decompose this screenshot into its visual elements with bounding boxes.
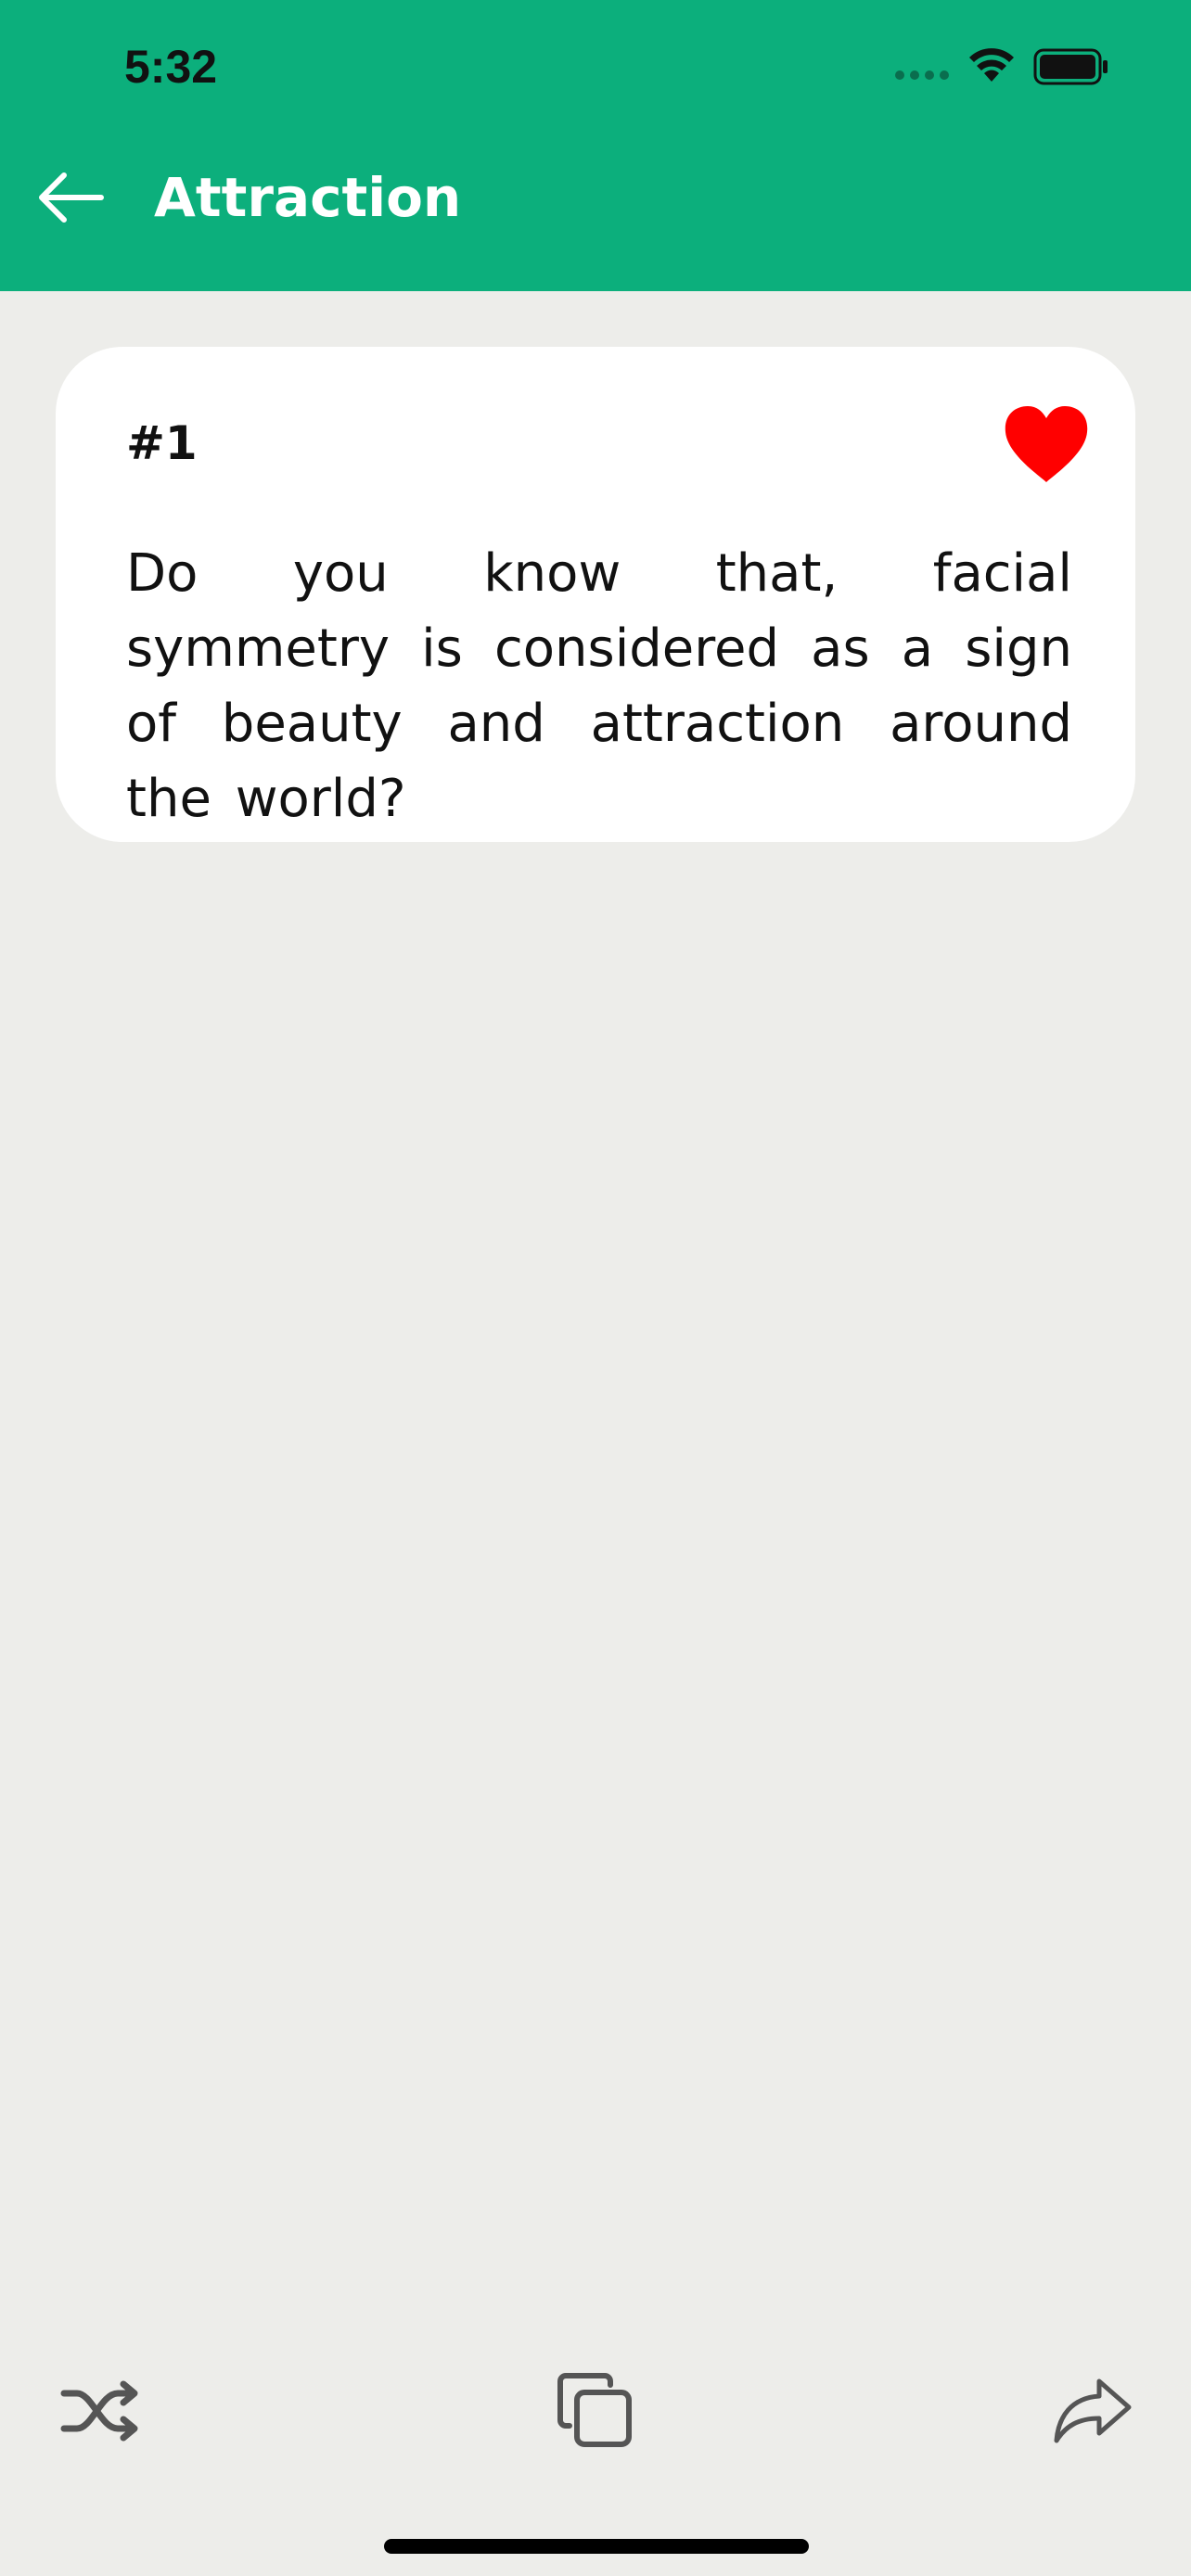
copy-icon bbox=[557, 2373, 632, 2447]
page-title: Attraction bbox=[154, 166, 462, 229]
arrow-left-icon bbox=[39, 172, 104, 223]
share-icon bbox=[1054, 2378, 1132, 2443]
cellular-signal-icon bbox=[895, 70, 949, 80]
home-indicator bbox=[384, 2539, 809, 2554]
shuffle-icon bbox=[60, 2380, 138, 2442]
shuffle-button[interactable] bbox=[56, 2366, 145, 2455]
share-button[interactable] bbox=[1048, 2366, 1137, 2455]
bottom-toolbar bbox=[0, 2355, 1191, 2467]
fact-text: Do you know that, facial symmetry is con… bbox=[126, 543, 1072, 829]
status-icons bbox=[894, 46, 1117, 87]
copy-button[interactable] bbox=[551, 2366, 640, 2455]
app-header: 5:32 Attraction bbox=[0, 0, 1191, 291]
favorite-button[interactable] bbox=[1004, 404, 1089, 484]
fact-card: #1 Do you know that, facial symmetry is … bbox=[56, 347, 1135, 842]
fact-number: #1 bbox=[126, 416, 198, 470]
back-button[interactable] bbox=[28, 156, 111, 239]
heart-icon bbox=[1005, 406, 1088, 482]
wifi-icon bbox=[969, 48, 1014, 82]
battery-icon bbox=[1033, 48, 1108, 85]
status-time: 5:32 bbox=[124, 41, 218, 93]
